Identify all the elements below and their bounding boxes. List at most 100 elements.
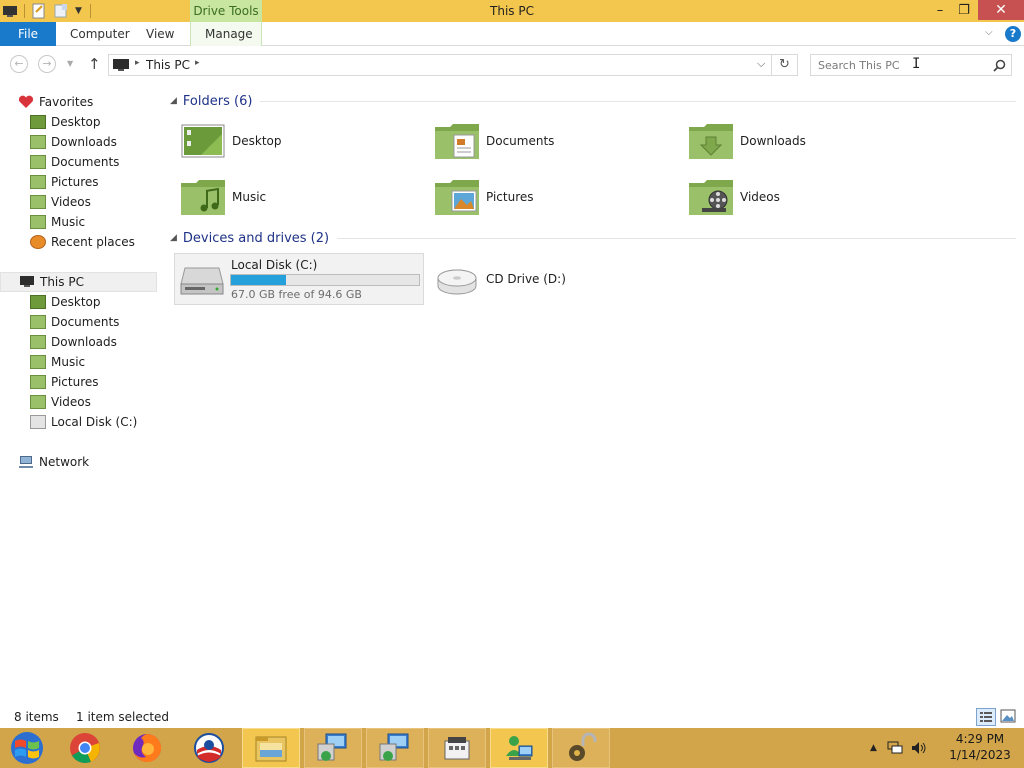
music-folder-icon xyxy=(180,177,226,217)
taskbar-remote-desktop-2[interactable] xyxy=(366,728,424,768)
search-input[interactable] xyxy=(811,55,989,75)
nav-label: Recent places xyxy=(51,235,135,249)
address-dropdown-icon[interactable]: ⌵ xyxy=(757,57,765,71)
nav-favorites-downloads[interactable]: Downloads xyxy=(30,132,158,152)
clock-time: 4:29 PM xyxy=(955,732,1005,746)
nav-pc-videos[interactable]: Videos xyxy=(30,392,158,412)
nav-favorites-recent-places[interactable]: Recent places xyxy=(30,232,158,252)
drive-name: CD Drive (D:) xyxy=(486,272,566,286)
nav-favorites-pictures[interactable]: Pictures xyxy=(30,172,158,192)
downloads-folder-icon xyxy=(30,335,46,349)
breadcrumb-this-pc[interactable]: This PC xyxy=(146,58,190,72)
taskbar-clock[interactable]: 4:29 PM 1/14/2023 xyxy=(940,731,1020,763)
videos-folder-icon xyxy=(30,395,46,409)
title-bar: ▼ Drive Tools This PC – ❐ ✕ xyxy=(0,0,1024,22)
tab-view[interactable]: View xyxy=(146,22,174,46)
nav-network[interactable]: Network xyxy=(18,452,158,472)
remote-desktop-2-icon xyxy=(379,733,409,761)
start-button[interactable] xyxy=(0,728,54,768)
minimize-button[interactable]: – xyxy=(930,0,950,20)
close-button[interactable]: ✕ xyxy=(978,0,1024,20)
arrow-left-icon: ← xyxy=(14,57,24,70)
folder-downloads[interactable]: Downloads xyxy=(682,118,932,164)
network-status-icon[interactable] xyxy=(887,741,903,755)
nav-favorites-label: Favorites xyxy=(39,95,94,109)
navigation-bar: ← → ▼ ↑ ▸ This PC ▸ ⌵ ↻ I xyxy=(0,47,1024,81)
folders-group-header[interactable]: ◢ Folders (6) xyxy=(168,91,1016,111)
nav-favorites-videos[interactable]: Videos xyxy=(30,192,158,212)
drive-free-space: 67.0 GB free of 94.6 GB xyxy=(231,288,362,301)
nav-pc-pictures[interactable]: Pictures xyxy=(30,372,158,392)
nav-label: Music xyxy=(51,215,86,229)
ribbon-tabs: File Computer View Manage ⌵ ? xyxy=(0,22,1024,46)
drive-local-disk-c[interactable]: Local Disk (C:) 67.0 GB free of 94.6 GB xyxy=(174,253,424,305)
this-pc-icon xyxy=(20,276,34,287)
forward-button[interactable]: → xyxy=(38,55,56,73)
folder-pictures[interactable]: Pictures xyxy=(428,174,678,220)
window-title: This PC xyxy=(490,4,534,18)
nav-favorites-documents[interactable]: Documents xyxy=(30,152,158,172)
folder-videos[interactable]: Videos xyxy=(682,174,932,220)
nav-this-pc-label: This PC xyxy=(40,275,84,289)
tab-manage[interactable]: Manage xyxy=(205,22,253,46)
taskbar-file-explorer[interactable] xyxy=(242,728,300,768)
remote-desktop-icon xyxy=(317,733,347,761)
videos-folder-icon xyxy=(30,195,46,209)
breadcrumb-chevron-icon[interactable]: ▸ xyxy=(135,58,140,68)
nav-pc-music[interactable]: Music xyxy=(30,352,158,372)
pictures-folder-icon xyxy=(30,375,46,389)
network-users-icon xyxy=(506,736,533,760)
drive-cd-d[interactable]: CD Drive (D:) xyxy=(428,256,678,302)
search-icon[interactable] xyxy=(993,59,1006,72)
folder-name: Downloads xyxy=(740,134,806,148)
search-box[interactable] xyxy=(810,54,1012,76)
taskbar-firefox[interactable] xyxy=(118,728,176,768)
nav-favorites-music[interactable]: Music xyxy=(30,212,158,232)
devices-group-header[interactable]: ◢ Devices and drives (2) xyxy=(168,228,1016,248)
breadcrumb-chevron-icon[interactable]: ▸ xyxy=(195,58,200,68)
recent-locations-icon[interactable]: ▼ xyxy=(67,59,73,68)
large-icons-view-button[interactable] xyxy=(999,708,1019,726)
tab-file[interactable]: File xyxy=(0,22,56,46)
nav-pc-local-disk[interactable]: Local Disk (C:) xyxy=(30,412,158,432)
address-bar[interactable]: ▸ This PC ▸ ⌵ xyxy=(108,54,772,76)
tab-computer[interactable]: Computer xyxy=(70,22,130,46)
show-hidden-icons-icon[interactable]: ▲ xyxy=(870,743,877,753)
details-view-button[interactable] xyxy=(976,708,996,726)
nav-pc-downloads[interactable]: Downloads xyxy=(30,332,158,352)
windows-logo-icon xyxy=(11,732,43,764)
nav-this-pc[interactable]: This PC xyxy=(0,272,157,292)
refresh-button[interactable]: ↻ xyxy=(772,54,798,76)
speaker-icon[interactable] xyxy=(911,741,927,755)
documents-folder-icon xyxy=(434,121,480,161)
up-button[interactable]: ↑ xyxy=(88,55,101,73)
nav-favorites-desktop[interactable]: Desktop xyxy=(30,112,158,132)
status-bar: 8 items 1 item selected xyxy=(0,706,1024,728)
collapse-caret-icon: ◢ xyxy=(170,96,177,106)
folder-desktop[interactable]: Desktop xyxy=(174,118,424,164)
back-button[interactable]: ← xyxy=(10,55,28,73)
system-tray: ▲ xyxy=(870,728,927,768)
nav-pc-documents[interactable]: Documents xyxy=(30,312,158,332)
arrow-up-icon: ↑ xyxy=(88,55,101,73)
taskbar-network-users[interactable] xyxy=(490,728,548,768)
nav-label: Downloads xyxy=(51,135,117,149)
refresh-icon: ↻ xyxy=(779,57,790,72)
nav-pc-desktop[interactable]: Desktop xyxy=(30,292,158,312)
taskbar-chrome[interactable] xyxy=(56,728,114,768)
taskbar-obama-app[interactable] xyxy=(180,728,238,768)
help-icon[interactable]: ? xyxy=(1005,26,1021,42)
folder-documents[interactable]: Documents xyxy=(428,118,678,164)
folder-music[interactable]: Music xyxy=(174,174,424,220)
folder-name: Documents xyxy=(486,134,555,148)
taskbar-lock-settings[interactable] xyxy=(552,728,610,768)
nav-favorites[interactable]: Favorites xyxy=(18,92,158,112)
videos-folder-icon xyxy=(688,177,734,217)
expand-ribbon-icon[interactable]: ⌵ xyxy=(985,27,993,38)
restore-button[interactable]: ❐ xyxy=(954,0,974,20)
taskbar-remote-desktop[interactable] xyxy=(304,728,362,768)
nav-label: Documents xyxy=(51,315,120,329)
taskbar: ▲ 4:29 PM 1/14/2023 xyxy=(0,728,1024,768)
pictures-folder-icon xyxy=(434,177,480,217)
taskbar-cash-register[interactable] xyxy=(428,728,486,768)
